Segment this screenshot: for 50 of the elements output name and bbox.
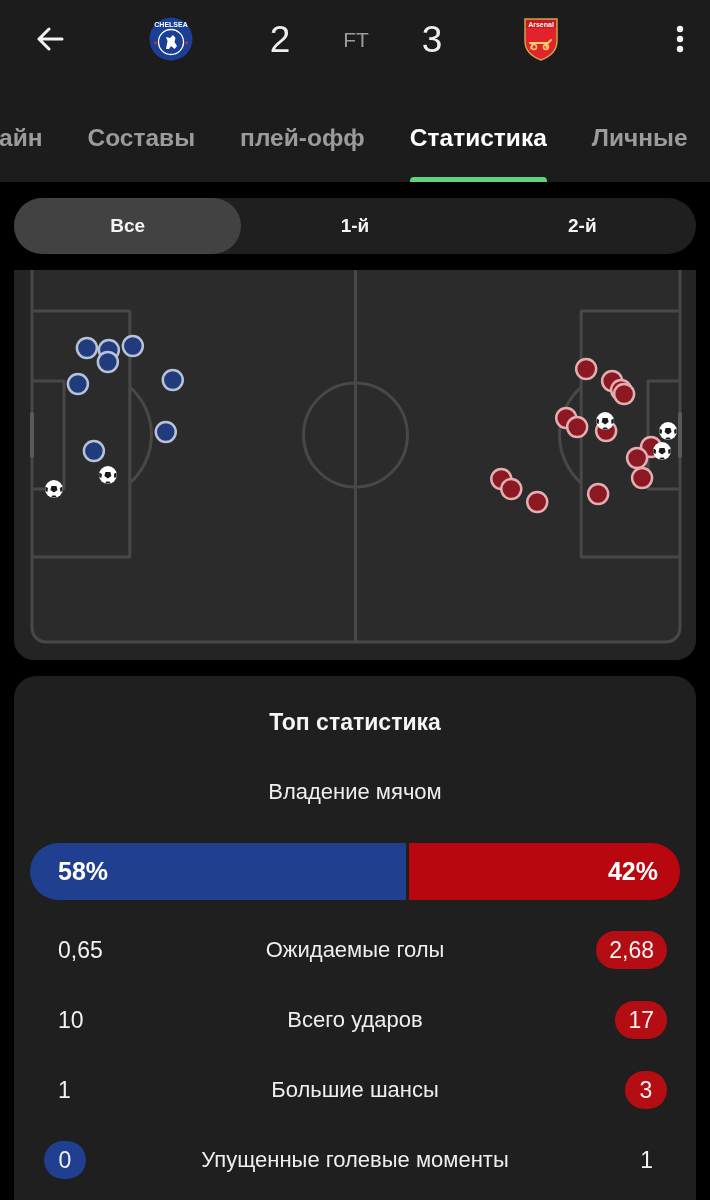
period-tab[interactable]: Все bbox=[14, 198, 242, 254]
round-crest-icon bbox=[149, 17, 193, 61]
shot-marker bbox=[161, 368, 184, 392]
shot-marker bbox=[565, 415, 589, 439]
home-stat-value: 10 bbox=[58, 1006, 84, 1035]
stat-label: Большие шансы bbox=[271, 1077, 439, 1103]
shot-marker bbox=[500, 477, 523, 501]
away-stat-value: 2,68 bbox=[596, 931, 667, 969]
shot-marker bbox=[625, 446, 649, 470]
period-tab[interactable]: 2-й bbox=[468, 198, 696, 254]
period-tab[interactable]: 1-й bbox=[241, 198, 469, 254]
away-score: 3 bbox=[421, 20, 443, 58]
away-stat-value: 3 bbox=[625, 1071, 667, 1109]
away-stat-value: 1 bbox=[640, 1146, 653, 1175]
shot-marker bbox=[586, 482, 610, 506]
stat-label: Владение мячом bbox=[267, 778, 443, 806]
shot-marker bbox=[82, 439, 106, 463]
tab[interactable]: плей-офф bbox=[240, 78, 365, 182]
stat-label: Ожидаемые голы bbox=[265, 937, 445, 963]
tab[interactable]: Статистика bbox=[409, 78, 547, 182]
shot-marker bbox=[96, 350, 120, 374]
back-arrow-icon[interactable] bbox=[36, 27, 64, 51]
shot-marker bbox=[75, 336, 99, 360]
tab[interactable]: айн bbox=[0, 78, 43, 182]
goal-ball-icon bbox=[653, 442, 672, 460]
goal-ball-icon bbox=[659, 422, 678, 440]
section-title: Топ статистика bbox=[268, 708, 442, 737]
away-stat-value: 17 bbox=[615, 1001, 667, 1039]
shot-marker bbox=[121, 334, 145, 358]
shot-marker bbox=[574, 357, 598, 381]
home-stat-value: 1 bbox=[58, 1076, 71, 1105]
goal-ball-icon bbox=[44, 480, 63, 498]
home-stat-value: 0,65 bbox=[58, 936, 103, 965]
home-score: 2 bbox=[269, 20, 291, 58]
shot-marker bbox=[526, 490, 549, 514]
match-status: FT bbox=[343, 28, 369, 50]
shot-marker bbox=[154, 420, 177, 444]
stat-label: Всего ударов bbox=[287, 1007, 423, 1033]
home-possession-value: 58% bbox=[58, 857, 109, 886]
shield-crest-icon bbox=[523, 17, 559, 61]
tab[interactable]: Составы bbox=[87, 78, 196, 182]
more-menu-icon[interactable] bbox=[676, 25, 684, 53]
goal-ball-icon bbox=[98, 466, 117, 484]
shot-marker bbox=[630, 466, 654, 490]
stat-label: Упущенные голевые моменты bbox=[201, 1147, 509, 1173]
home-stat-value: 0 bbox=[44, 1141, 86, 1179]
away-possession-value: 42% bbox=[607, 857, 658, 886]
tab[interactable]: Личные bbox=[591, 78, 688, 182]
shot-marker bbox=[66, 372, 90, 396]
goal-ball-icon bbox=[596, 412, 615, 430]
